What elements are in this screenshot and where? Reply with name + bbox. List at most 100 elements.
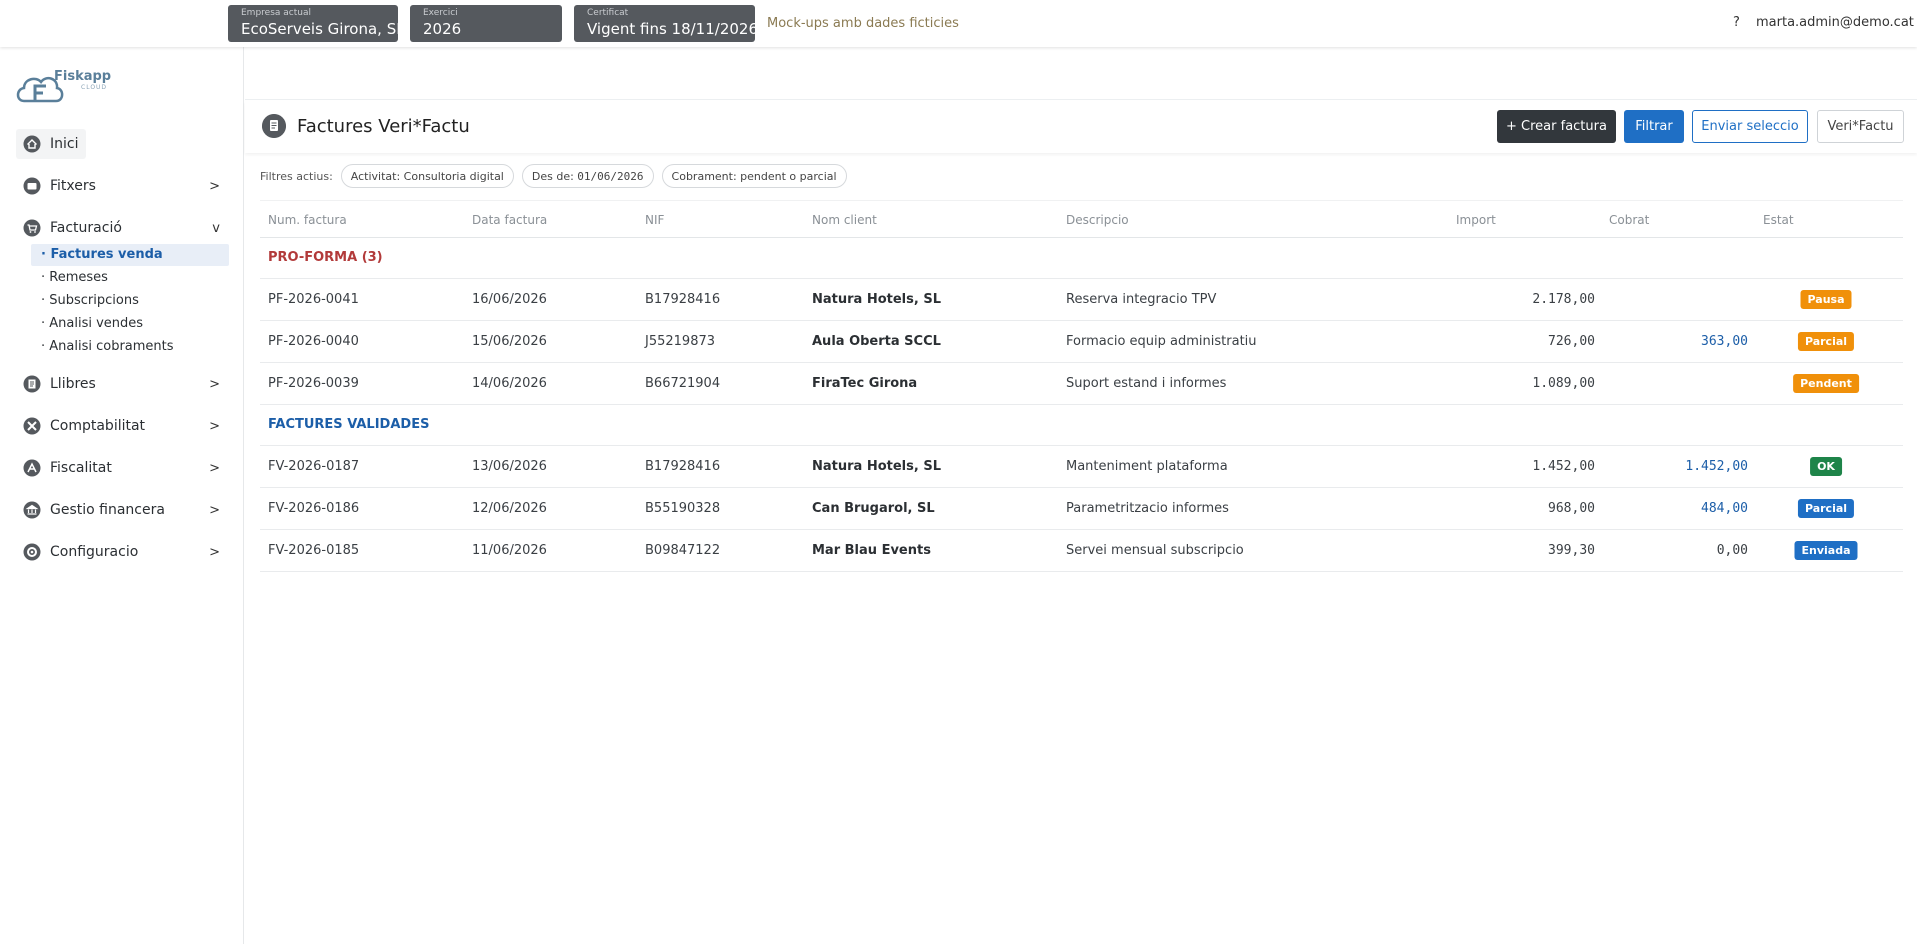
cell-import: 399,30 xyxy=(1548,543,1595,558)
user-menu[interactable]: marta.admin@demo.cat xyxy=(1756,15,1914,30)
cell-estat: OK xyxy=(1760,446,1892,488)
sidebar-item-fiscalitat[interactable]: Fiscalitat > xyxy=(16,453,228,483)
document-icon xyxy=(262,114,286,138)
cell-cobrat: 1.452,00 xyxy=(1685,459,1748,474)
column-header-nif[interactable]: NIF xyxy=(645,213,664,227)
filter-chip-activitat[interactable]: Activitat: Consultoria digital xyxy=(340,164,514,188)
empresa-value: EcoServeis Girona, SL xyxy=(241,20,405,38)
verifactu-button[interactable]: Veri*Factu xyxy=(1817,110,1904,143)
filter-button[interactable]: Filtrar xyxy=(1624,110,1684,143)
sidebar-item-label: Facturació xyxy=(50,220,122,236)
sidebar-item-facturacio[interactable]: Facturació v xyxy=(16,213,228,243)
cell-import: 2.178,00 xyxy=(1532,292,1595,307)
sidebar-item-comptabilitat[interactable]: Comptabilitat > xyxy=(16,411,228,441)
cell-import: 726,00 xyxy=(1548,334,1595,349)
chevron-down-icon: v xyxy=(212,220,220,236)
column-header-client[interactable]: Nom client xyxy=(812,213,877,227)
chevron-right-icon: > xyxy=(209,376,220,392)
column-header-num[interactable]: Num. factura xyxy=(268,213,347,227)
column-header-cobrat[interactable]: Cobrat xyxy=(1609,213,1649,227)
cell-nom-client: Mar Blau Events xyxy=(812,543,931,558)
exercici-selector[interactable]: Exercici 2026 xyxy=(410,5,562,42)
column-header-data[interactable]: Data factura xyxy=(472,213,547,227)
certificat-selector[interactable]: Certificat Vigent fins 18/11/2026 xyxy=(574,5,758,42)
scale-icon xyxy=(23,459,41,477)
status-badge: OK xyxy=(1810,457,1842,476)
empresa-label: Empresa actual xyxy=(241,8,311,18)
cell-data-factura: 16/06/2026 xyxy=(472,292,547,307)
table-row[interactable]: PF-2026-0040 15/06/2026 J55219873 Aula Ober… xyxy=(260,321,1903,363)
sidebar-subitem-remeses[interactable]: · Remeses xyxy=(31,267,229,289)
cell-import: 1.452,00 xyxy=(1532,459,1595,474)
book-icon xyxy=(23,375,41,393)
filter-chip-label: Cobrament: pendent o parcial xyxy=(671,169,837,183)
sidebar-item-fitxers[interactable]: Fitxers > xyxy=(16,171,228,201)
exercici-value: 2026 xyxy=(423,20,462,38)
filter-chip-value: 01/06/2026 xyxy=(577,169,644,183)
cell-num-factura: FV-2026-0185 xyxy=(268,543,360,558)
sidebar-item-label: Fitxers xyxy=(50,178,96,194)
gear-icon xyxy=(23,543,41,561)
cell-estat: Enviada xyxy=(1760,530,1892,572)
status-badge: Parcial xyxy=(1797,332,1855,351)
cell-nif: B66721904 xyxy=(645,376,721,391)
sidebar-subitem-subscripcions[interactable]: · Subscripcions xyxy=(31,290,229,312)
status-badge: Pendent xyxy=(1793,374,1859,393)
cell-num-factura: PF-2026-0041 xyxy=(268,292,359,307)
cell-data-factura: 13/06/2026 xyxy=(472,459,547,474)
group-title: PRO-FORMA (3) xyxy=(268,250,383,265)
logo-name: Fiskapp xyxy=(54,69,112,84)
create-invoice-button[interactable]: + Crear factura xyxy=(1497,110,1616,143)
cell-nif: B17928416 xyxy=(645,292,721,307)
sidebar-item-label: Comptabilitat xyxy=(50,418,146,434)
sidebar-subitem-analisi-cobraments[interactable]: · Analisi cobraments xyxy=(31,336,229,358)
table-row[interactable]: PF-2026-0041 16/06/2026 B17928416 Natura Ho… xyxy=(260,279,1903,321)
cell-descripcio: Parametritzacio informes xyxy=(1066,501,1229,516)
table-row[interactable]: PF-2026-0039 14/06/2026 B66721904 FiraTec G… xyxy=(260,363,1903,405)
table-row[interactable]: FV-2026-0187 13/06/2026 B17928416 Natura Ho… xyxy=(260,446,1903,488)
cell-num-factura: PF-2026-0040 xyxy=(268,334,359,349)
table-row[interactable]: FV-2026-0185 11/06/2026 B09847122 Mar Blau … xyxy=(260,530,1903,572)
column-header-estat[interactable]: Estat xyxy=(1763,213,1794,227)
sidebar-item-llibres[interactable]: Llibres > xyxy=(16,369,228,399)
cell-estat: Parcial xyxy=(1760,488,1892,530)
cell-num-factura: FV-2026-0186 xyxy=(268,501,360,516)
cart-icon xyxy=(23,219,41,237)
cell-nif: J55219873 xyxy=(645,334,716,349)
cell-cobrat: 484,00 xyxy=(1701,501,1748,516)
exercici-label: Exercici xyxy=(423,8,458,18)
cell-data-factura: 15/06/2026 xyxy=(472,334,547,349)
cell-nom-client: Natura Hotels, SL xyxy=(812,292,941,307)
logo-sub: CLOUD xyxy=(81,84,108,91)
cell-nom-client: Natura Hotels, SL xyxy=(812,459,941,474)
cell-nom-client: Can Brugarol, SL xyxy=(812,501,935,516)
mock-note: Mock-ups amb dades ficticies xyxy=(767,16,959,31)
status-badge: Enviada xyxy=(1794,541,1858,560)
sidebar-item-configuracio[interactable]: Configuracio > xyxy=(16,537,228,567)
cell-descripcio: Reserva integracio TPV xyxy=(1066,292,1217,307)
cell-data-factura: 12/06/2026 xyxy=(472,501,547,516)
send-selection-button[interactable]: Enviar seleccio xyxy=(1692,110,1808,143)
filter-chip-cobrament[interactable]: Cobrament: pendent o parcial xyxy=(661,164,847,188)
sidebar-item-gestio-financera[interactable]: Gestio financera > xyxy=(16,495,228,525)
sidebar-item-inici[interactable]: Inici xyxy=(16,129,86,159)
help-button[interactable]: ? xyxy=(1733,15,1740,30)
column-header-import[interactable]: Import xyxy=(1456,213,1496,227)
sidebar-subitem-analisi-vendes[interactable]: · Analisi vendes xyxy=(31,313,229,335)
cell-descripcio: Suport estand i informes xyxy=(1066,376,1227,391)
sidebar-subitem-factures-venda[interactable]: · Factures venda xyxy=(31,244,229,266)
table-row[interactable]: FV-2026-0186 12/06/2026 B55190328 Can Bruga… xyxy=(260,488,1903,530)
empresa-selector[interactable]: Empresa actual EcoServeis Girona, SL xyxy=(228,5,405,42)
table-header: Num. factura Data factura NIF Nom client… xyxy=(260,200,1903,238)
cell-data-factura: 11/06/2026 xyxy=(472,543,547,558)
status-badge: Pausa xyxy=(1800,290,1852,309)
chevron-right-icon: > xyxy=(209,418,220,434)
cell-num-factura: FV-2026-0187 xyxy=(268,459,360,474)
sidebar-item-label: Configuracio xyxy=(50,544,139,560)
table-group-header: PRO-FORMA (3) xyxy=(260,238,1903,279)
top-bar: Empresa actual EcoServeis Girona, SL Exe… xyxy=(0,0,1917,47)
cell-cobrat: 0,00 xyxy=(1716,543,1748,558)
cell-import: 1.089,00 xyxy=(1532,376,1595,391)
filter-chip-des-de[interactable]: Des de: 01/06/2026 xyxy=(521,164,654,188)
column-header-descripcio[interactable]: Descripcio xyxy=(1066,213,1129,227)
